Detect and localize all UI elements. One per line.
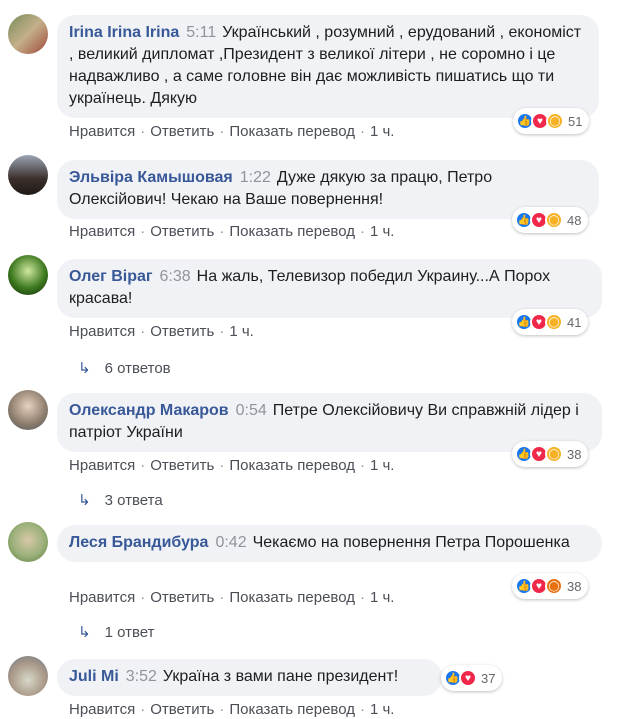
comment-actions: Нравится · Ответить · Показать перевод · 1 ч.	[69, 701, 395, 718]
reply-link[interactable]: Ответить	[150, 323, 214, 340]
translate-link[interactable]: Показать перевод	[229, 123, 355, 140]
view-replies-link[interactable]: ↳ 6 ответов	[78, 360, 171, 378]
reply-link[interactable]: Ответить	[150, 589, 214, 606]
avatar[interactable]	[8, 390, 48, 430]
translate-link[interactable]: Показать перевод	[229, 701, 355, 718]
replies-count[interactable]: 6 ответов	[105, 360, 171, 378]
comment-age[interactable]: 1 ч.	[370, 223, 395, 240]
reply-link[interactable]: Ответить	[150, 457, 214, 474]
comment-timestamp[interactable]: 5:11	[186, 24, 216, 41]
comment-age[interactable]: 1 ч.	[370, 701, 395, 718]
comment-timestamp[interactable]: 3:52	[126, 668, 157, 685]
view-replies-link[interactable]: ↳ 3 ответа	[78, 492, 163, 510]
avatar[interactable]	[8, 522, 48, 562]
avatar[interactable]	[8, 255, 48, 295]
comment-timestamp[interactable]: 0:54	[236, 402, 267, 419]
comment-author[interactable]: Irina Irina Irina	[69, 24, 179, 41]
comment-timestamp[interactable]: 0:42	[215, 534, 246, 551]
view-replies-link[interactable]: ↳ 1 ответ	[78, 624, 155, 642]
love-reaction-icon: ♥	[459, 669, 477, 687]
comment-text: Україна з вами пане президент!	[162, 668, 399, 685]
comment-author[interactable]: Олександр Макаров	[69, 402, 229, 419]
comment-bubble: Леся Брандибура 0:42 Чекаємо на повернення…	[57, 525, 602, 562]
comment-timestamp[interactable]: 1:22	[240, 169, 271, 186]
reactions-summary[interactable]: 👍 ♥ ◯ 48	[512, 207, 589, 233]
sad-reaction-icon: ◯	[546, 112, 564, 130]
translate-link[interactable]: Показать перевод	[229, 589, 355, 606]
comment-age[interactable]: 1 ч.	[370, 457, 395, 474]
reaction-count: 37	[481, 670, 496, 686]
comment-author[interactable]: Эльвіра Камышовая	[69, 169, 233, 186]
like-link[interactable]: Нравится	[69, 457, 135, 474]
reactions-summary[interactable]: 👍 ♥ ◯ 51	[513, 108, 590, 134]
like-link[interactable]: Нравится	[69, 323, 135, 340]
comment-author[interactable]: Леся Брандибура	[69, 534, 208, 551]
reactions-summary[interactable]: 👍 ♥ ◯ 41	[512, 309, 589, 335]
angry-reaction-icon: ◯	[545, 577, 563, 595]
comment-author[interactable]: Juli Mi	[69, 668, 119, 685]
comment-actions: Нравится · Ответить · Показать перевод · 1 ч.	[69, 589, 395, 606]
comment-timestamp[interactable]: 6:38	[160, 268, 191, 285]
comment-bubble: Juli Mi 3:52 Україна з вами пане президент…	[57, 659, 442, 696]
reaction-count: 48	[567, 212, 582, 228]
comment-bubble: Irina Irina Irina 5:11 Український , розум…	[57, 15, 599, 118]
sad-reaction-icon: ◯	[545, 211, 563, 229]
comment-actions: Нравится · Ответить · 1 ч.	[69, 323, 254, 340]
avatar[interactable]	[8, 656, 48, 696]
reply-arrow-icon: ↳	[78, 624, 91, 641]
comment-age[interactable]: 1 ч.	[370, 123, 395, 140]
reaction-count: 38	[567, 578, 582, 594]
reply-arrow-icon: ↳	[78, 492, 91, 509]
comment-age[interactable]: 1 ч.	[370, 589, 395, 606]
comment-author[interactable]: Олег Віраг	[69, 268, 153, 285]
comment-text: Чекаємо на повернення Петра Порошенка	[252, 534, 570, 551]
replies-count[interactable]: 1 ответ	[105, 624, 155, 642]
translate-link[interactable]: Показать перевод	[229, 457, 355, 474]
reaction-count: 41	[567, 314, 582, 330]
reaction-count: 51	[568, 113, 583, 129]
reply-link[interactable]: Ответить	[150, 123, 214, 140]
comment-actions: Нравится · Ответить · Показать перевод · 1 ч.	[69, 223, 395, 240]
sad-reaction-icon: ◯	[545, 313, 563, 331]
comment-actions: Нравится · Ответить · Показать перевод · 1 ч.	[69, 123, 395, 140]
comment-age[interactable]: 1 ч.	[229, 323, 254, 340]
reply-link[interactable]: Ответить	[150, 701, 214, 718]
reactions-summary[interactable]: 👍 ♥ ◯ 38	[512, 441, 589, 467]
avatar[interactable]	[8, 155, 48, 195]
like-link[interactable]: Нравится	[69, 589, 135, 606]
reply-link[interactable]: Ответить	[150, 223, 214, 240]
comment-actions: Нравится · Ответить · Показать перевод · 1 ч.	[69, 457, 395, 474]
like-link[interactable]: Нравится	[69, 123, 135, 140]
like-link[interactable]: Нравится	[69, 701, 135, 718]
haha-reaction-icon: ◯	[545, 445, 563, 463]
translate-link[interactable]: Показать перевод	[229, 223, 355, 240]
reaction-count: 38	[567, 446, 582, 462]
like-link[interactable]: Нравится	[69, 223, 135, 240]
reactions-summary[interactable]: 👍 ♥ 37	[441, 665, 503, 691]
reactions-summary[interactable]: 👍 ♥ ◯ 38	[512, 573, 589, 599]
reply-arrow-icon: ↳	[78, 360, 91, 377]
replies-count[interactable]: 3 ответа	[105, 492, 163, 510]
avatar[interactable]	[8, 14, 48, 54]
